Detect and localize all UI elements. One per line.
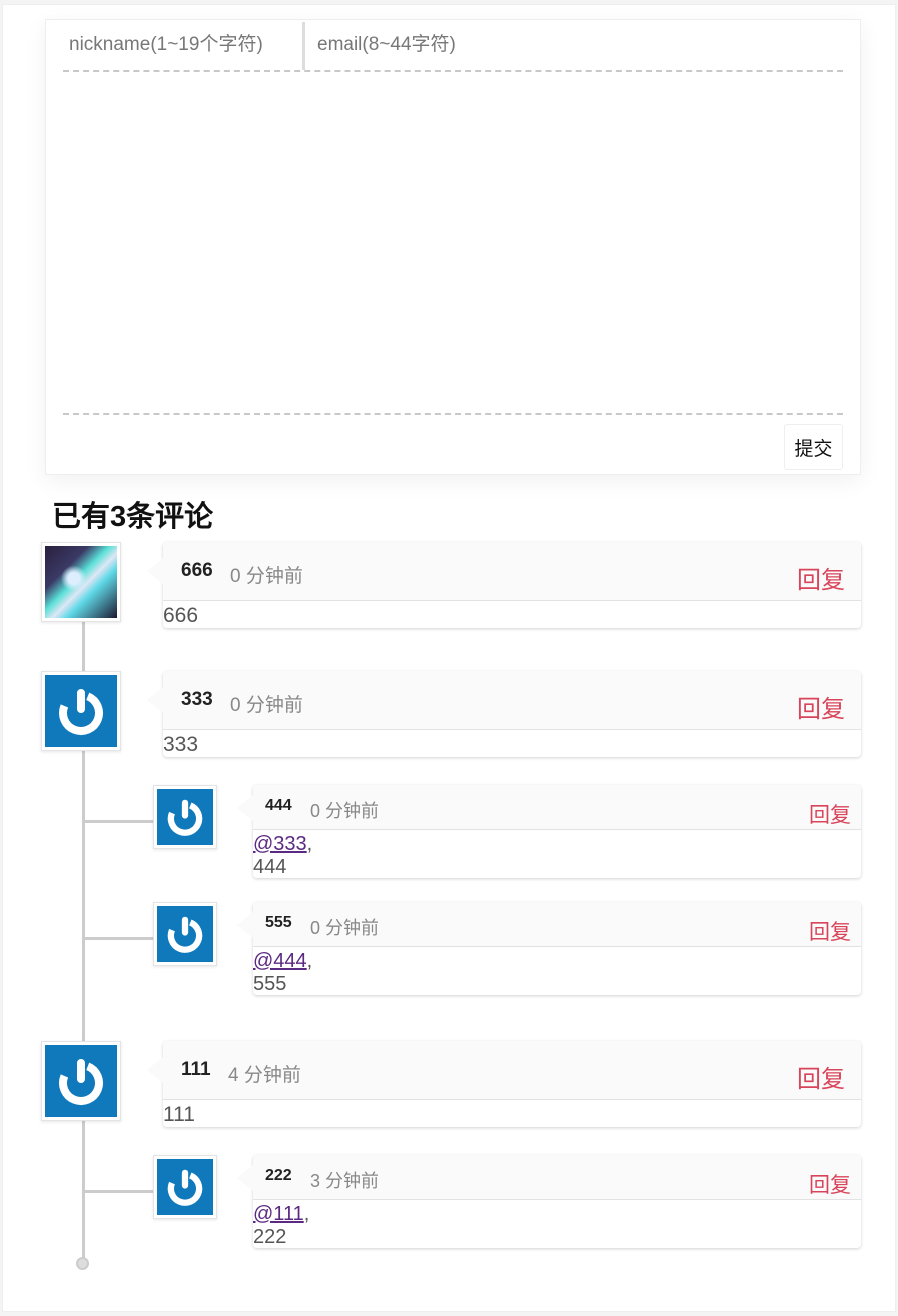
comment-body: @333, 444 bbox=[253, 833, 312, 879]
comment-author: 222 bbox=[265, 1167, 292, 1184]
email-input[interactable] bbox=[311, 20, 831, 70]
textarea-divider bbox=[63, 413, 843, 415]
reply-button[interactable]: 回复 bbox=[809, 1169, 851, 1199]
card-arrow bbox=[237, 1165, 253, 1191]
comments-count-title: 已有3条评论 bbox=[52, 501, 214, 533]
comment-textarea[interactable] bbox=[63, 74, 843, 412]
mention-link[interactable]: @444 bbox=[253, 950, 307, 972]
branch-line bbox=[83, 820, 159, 823]
comment-author: 444 bbox=[265, 797, 292, 814]
mention-separator: , bbox=[303, 1203, 310, 1225]
comment-card: 444 0 分钟前 回复 @333, 444 bbox=[237, 785, 861, 879]
comment-card: 111 4 分钟前 回复 111 bbox=[147, 1041, 861, 1127]
comment-card: 555 0 分钟前 回复 @444, 555 bbox=[237, 902, 861, 996]
comment-author: 555 bbox=[265, 914, 292, 931]
reply-button[interactable]: 回复 bbox=[797, 560, 845, 595]
thread-end-dot bbox=[76, 1257, 89, 1270]
comment-author: 666 bbox=[181, 560, 213, 581]
comment-body: @111, 222 bbox=[253, 1203, 309, 1249]
power-icon bbox=[157, 1159, 213, 1215]
comment-body: 666 bbox=[163, 604, 199, 627]
form-inputs-row bbox=[63, 20, 843, 72]
power-icon bbox=[157, 906, 213, 962]
comment-body: 111 bbox=[163, 1103, 195, 1126]
input-divider bbox=[302, 22, 305, 70]
comment-form: 提交 bbox=[45, 19, 861, 475]
power-icon bbox=[45, 675, 117, 747]
comment-text: 555 bbox=[253, 973, 287, 995]
avatar[interactable] bbox=[41, 671, 121, 751]
nickname-input[interactable] bbox=[63, 20, 301, 70]
reply-button[interactable]: 回复 bbox=[809, 799, 851, 829]
power-icon bbox=[45, 1045, 117, 1117]
avatar[interactable] bbox=[153, 902, 217, 966]
comment-author: 111 bbox=[181, 1059, 211, 1080]
comment-time: 3 分钟前 bbox=[310, 1171, 380, 1191]
branch-line bbox=[83, 1190, 159, 1193]
submit-button[interactable]: 提交 bbox=[784, 424, 843, 470]
power-icon bbox=[157, 789, 213, 845]
avatar[interactable] bbox=[41, 542, 121, 622]
mention-separator: , bbox=[306, 833, 313, 855]
reply-button[interactable]: 回复 bbox=[797, 689, 845, 724]
comment-time: 0 分钟前 bbox=[230, 695, 303, 716]
mention-link[interactable]: @111 bbox=[253, 1203, 304, 1225]
comment-time: 4 分钟前 bbox=[228, 1065, 301, 1086]
comment-time: 0 分钟前 bbox=[230, 566, 303, 587]
reply-button[interactable]: 回复 bbox=[797, 1059, 845, 1094]
mention-link[interactable]: @333 bbox=[253, 833, 307, 855]
comment-author: 333 bbox=[181, 689, 213, 710]
comment-time: 0 分钟前 bbox=[310, 918, 380, 938]
mention-separator: , bbox=[306, 950, 313, 972]
card-arrow bbox=[147, 687, 163, 713]
card-arrow bbox=[237, 912, 253, 938]
comment-card: 333 0 分钟前 回复 333 bbox=[147, 671, 861, 757]
comment-card: 222 3 分钟前 回复 @111, 222 bbox=[237, 1155, 861, 1249]
reply-button[interactable]: 回复 bbox=[809, 916, 851, 946]
user-avatar-image bbox=[45, 546, 117, 618]
avatar[interactable] bbox=[153, 785, 217, 849]
card-arrow bbox=[147, 558, 163, 584]
comment-text: 222 bbox=[253, 1226, 287, 1248]
comment-body: @444, 555 bbox=[253, 950, 312, 996]
branch-line bbox=[83, 937, 159, 940]
comment-card: 666 0 分钟前 回复 666 bbox=[147, 542, 861, 628]
avatar[interactable] bbox=[153, 1155, 217, 1219]
comment-time: 0 分钟前 bbox=[310, 801, 380, 821]
page: 提交 已有3条评论 666 0 分钟前 回复 666 333 0 分钟前 回复 … bbox=[2, 4, 896, 1312]
card-arrow bbox=[237, 795, 253, 821]
card-arrow bbox=[147, 1057, 163, 1083]
avatar[interactable] bbox=[41, 1041, 121, 1121]
comment-body: 333 bbox=[163, 733, 199, 756]
comment-text: 444 bbox=[253, 856, 287, 878]
